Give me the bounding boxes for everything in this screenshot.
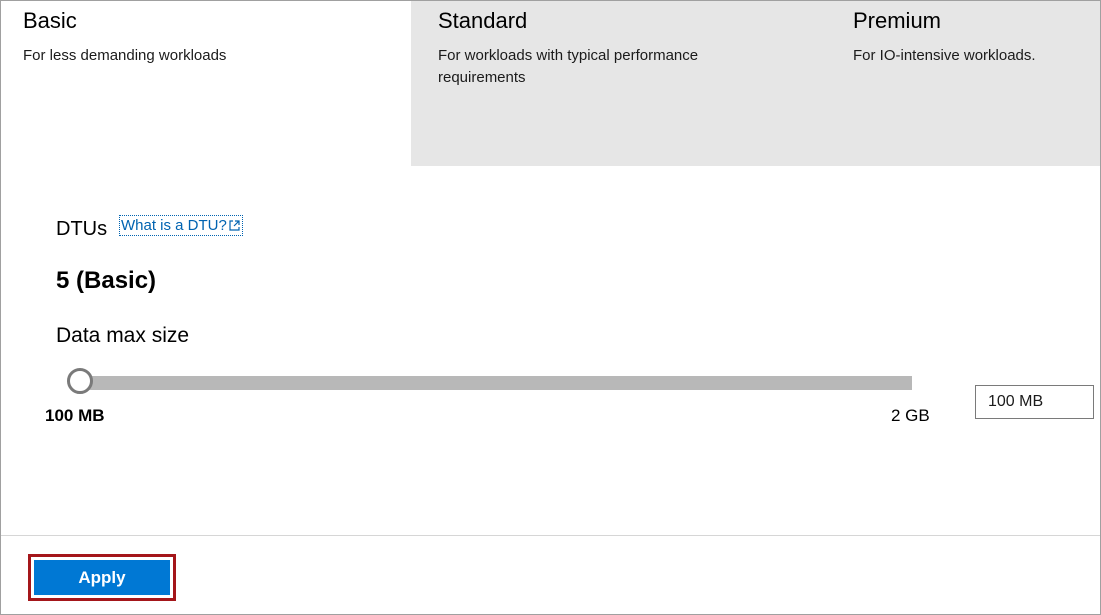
tier-standard[interactable]: Standard For workloads with typical perf… <box>411 1 827 166</box>
tier-premium-name: Premium <box>853 8 942 33</box>
data-size-slider-track[interactable] <box>78 376 912 390</box>
tier-basic[interactable]: Basic For less demanding workloads <box>1 1 411 166</box>
tier-premium[interactable]: Premium For IO-intensive workloads. <box>827 1 1100 166</box>
tier-basic-description: For less demanding workloads <box>23 47 227 64</box>
data-size-slider-thumb[interactable] <box>67 368 93 394</box>
slider-max-label: 2 GB <box>891 406 930 425</box>
tier-basic-name: Basic <box>23 8 77 33</box>
data-size-input[interactable] <box>975 385 1094 419</box>
tier-standard-description: For workloads with typical performance r… <box>438 47 699 86</box>
dtu-label: DTUs <box>56 218 108 240</box>
tier-standard-name: Standard <box>438 8 528 33</box>
footer-divider <box>1 535 1100 536</box>
external-link-icon <box>229 220 240 231</box>
tier-selector: Basic For less demanding workloads Stand… <box>1 1 1100 166</box>
tier-premium-description: For IO-intensive workloads. <box>853 47 1036 64</box>
dtu-value: 5 (Basic) <box>56 267 157 294</box>
pricing-tier-panel: Basic For less demanding workloads Stand… <box>0 0 1101 615</box>
slider-min-label: 100 MB <box>45 406 105 425</box>
data-max-size-label: Data max size <box>56 324 190 347</box>
apply-button[interactable]: Apply <box>34 560 170 595</box>
what-is-dtu-link-text: What is a DTU? <box>121 217 227 234</box>
what-is-dtu-link[interactable]: What is a DTU? <box>119 215 243 236</box>
